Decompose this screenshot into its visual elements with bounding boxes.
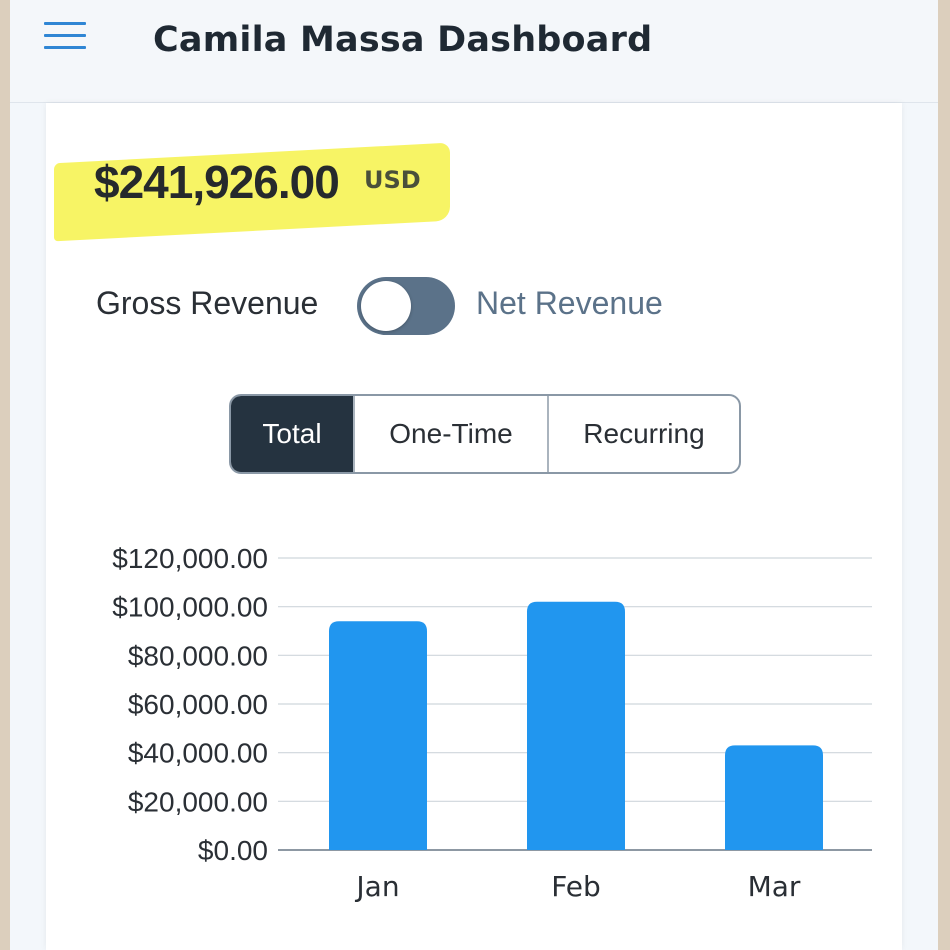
hamburger-menu-icon[interactable] — [44, 22, 86, 50]
tab-one-time[interactable]: One-Time — [355, 396, 549, 472]
revenue-bar-chart: $0.00 $20,000.00 $40,000.00 $60,000.00 $80,0… — [112, 543, 872, 903]
bar-mar[interactable] — [725, 745, 823, 850]
net-revenue-label: Net Revenue — [476, 285, 663, 321]
y-tick-label: $0.00 — [198, 835, 268, 866]
tab-total[interactable]: Total — [231, 396, 355, 472]
app-header: Camila Massa Dashboard — [10, 0, 938, 103]
toggle-knob — [361, 281, 411, 331]
x-tick-label: Mar — [748, 870, 801, 903]
bar-feb[interactable] — [527, 601, 625, 850]
tab-recurring[interactable]: Recurring — [549, 396, 739, 472]
x-tick-label: Jan — [354, 870, 399, 903]
total-amount: $241,926.00 — [94, 156, 340, 208]
bar-jan[interactable] — [329, 621, 427, 850]
app-frame: Camila Massa Dashboard $241,926.00 USD G… — [10, 0, 938, 950]
revenue-card: $241,926.00 USD Gross Revenue Net Revenu… — [46, 103, 902, 950]
y-tick-label: $40,000.00 — [128, 738, 268, 769]
page-title: Camila Massa Dashboard — [153, 20, 653, 60]
y-tick-label: $100,000.00 — [112, 592, 268, 623]
x-tick-label: Feb — [551, 870, 601, 903]
y-tick-label: $80,000.00 — [128, 640, 268, 671]
currency-code: USD — [364, 166, 421, 194]
revenue-type-tabs: Total One-Time Recurring — [229, 394, 741, 474]
gross-revenue-label: Gross Revenue — [96, 285, 319, 321]
y-tick-label: $120,000.00 — [112, 543, 268, 574]
y-tick-label: $60,000.00 — [128, 689, 268, 720]
revenue-toggle-switch[interactable] — [357, 277, 455, 335]
revenue-toggle-row: Gross Revenue Net Revenue — [94, 273, 794, 337]
y-tick-label: $20,000.00 — [128, 786, 268, 817]
